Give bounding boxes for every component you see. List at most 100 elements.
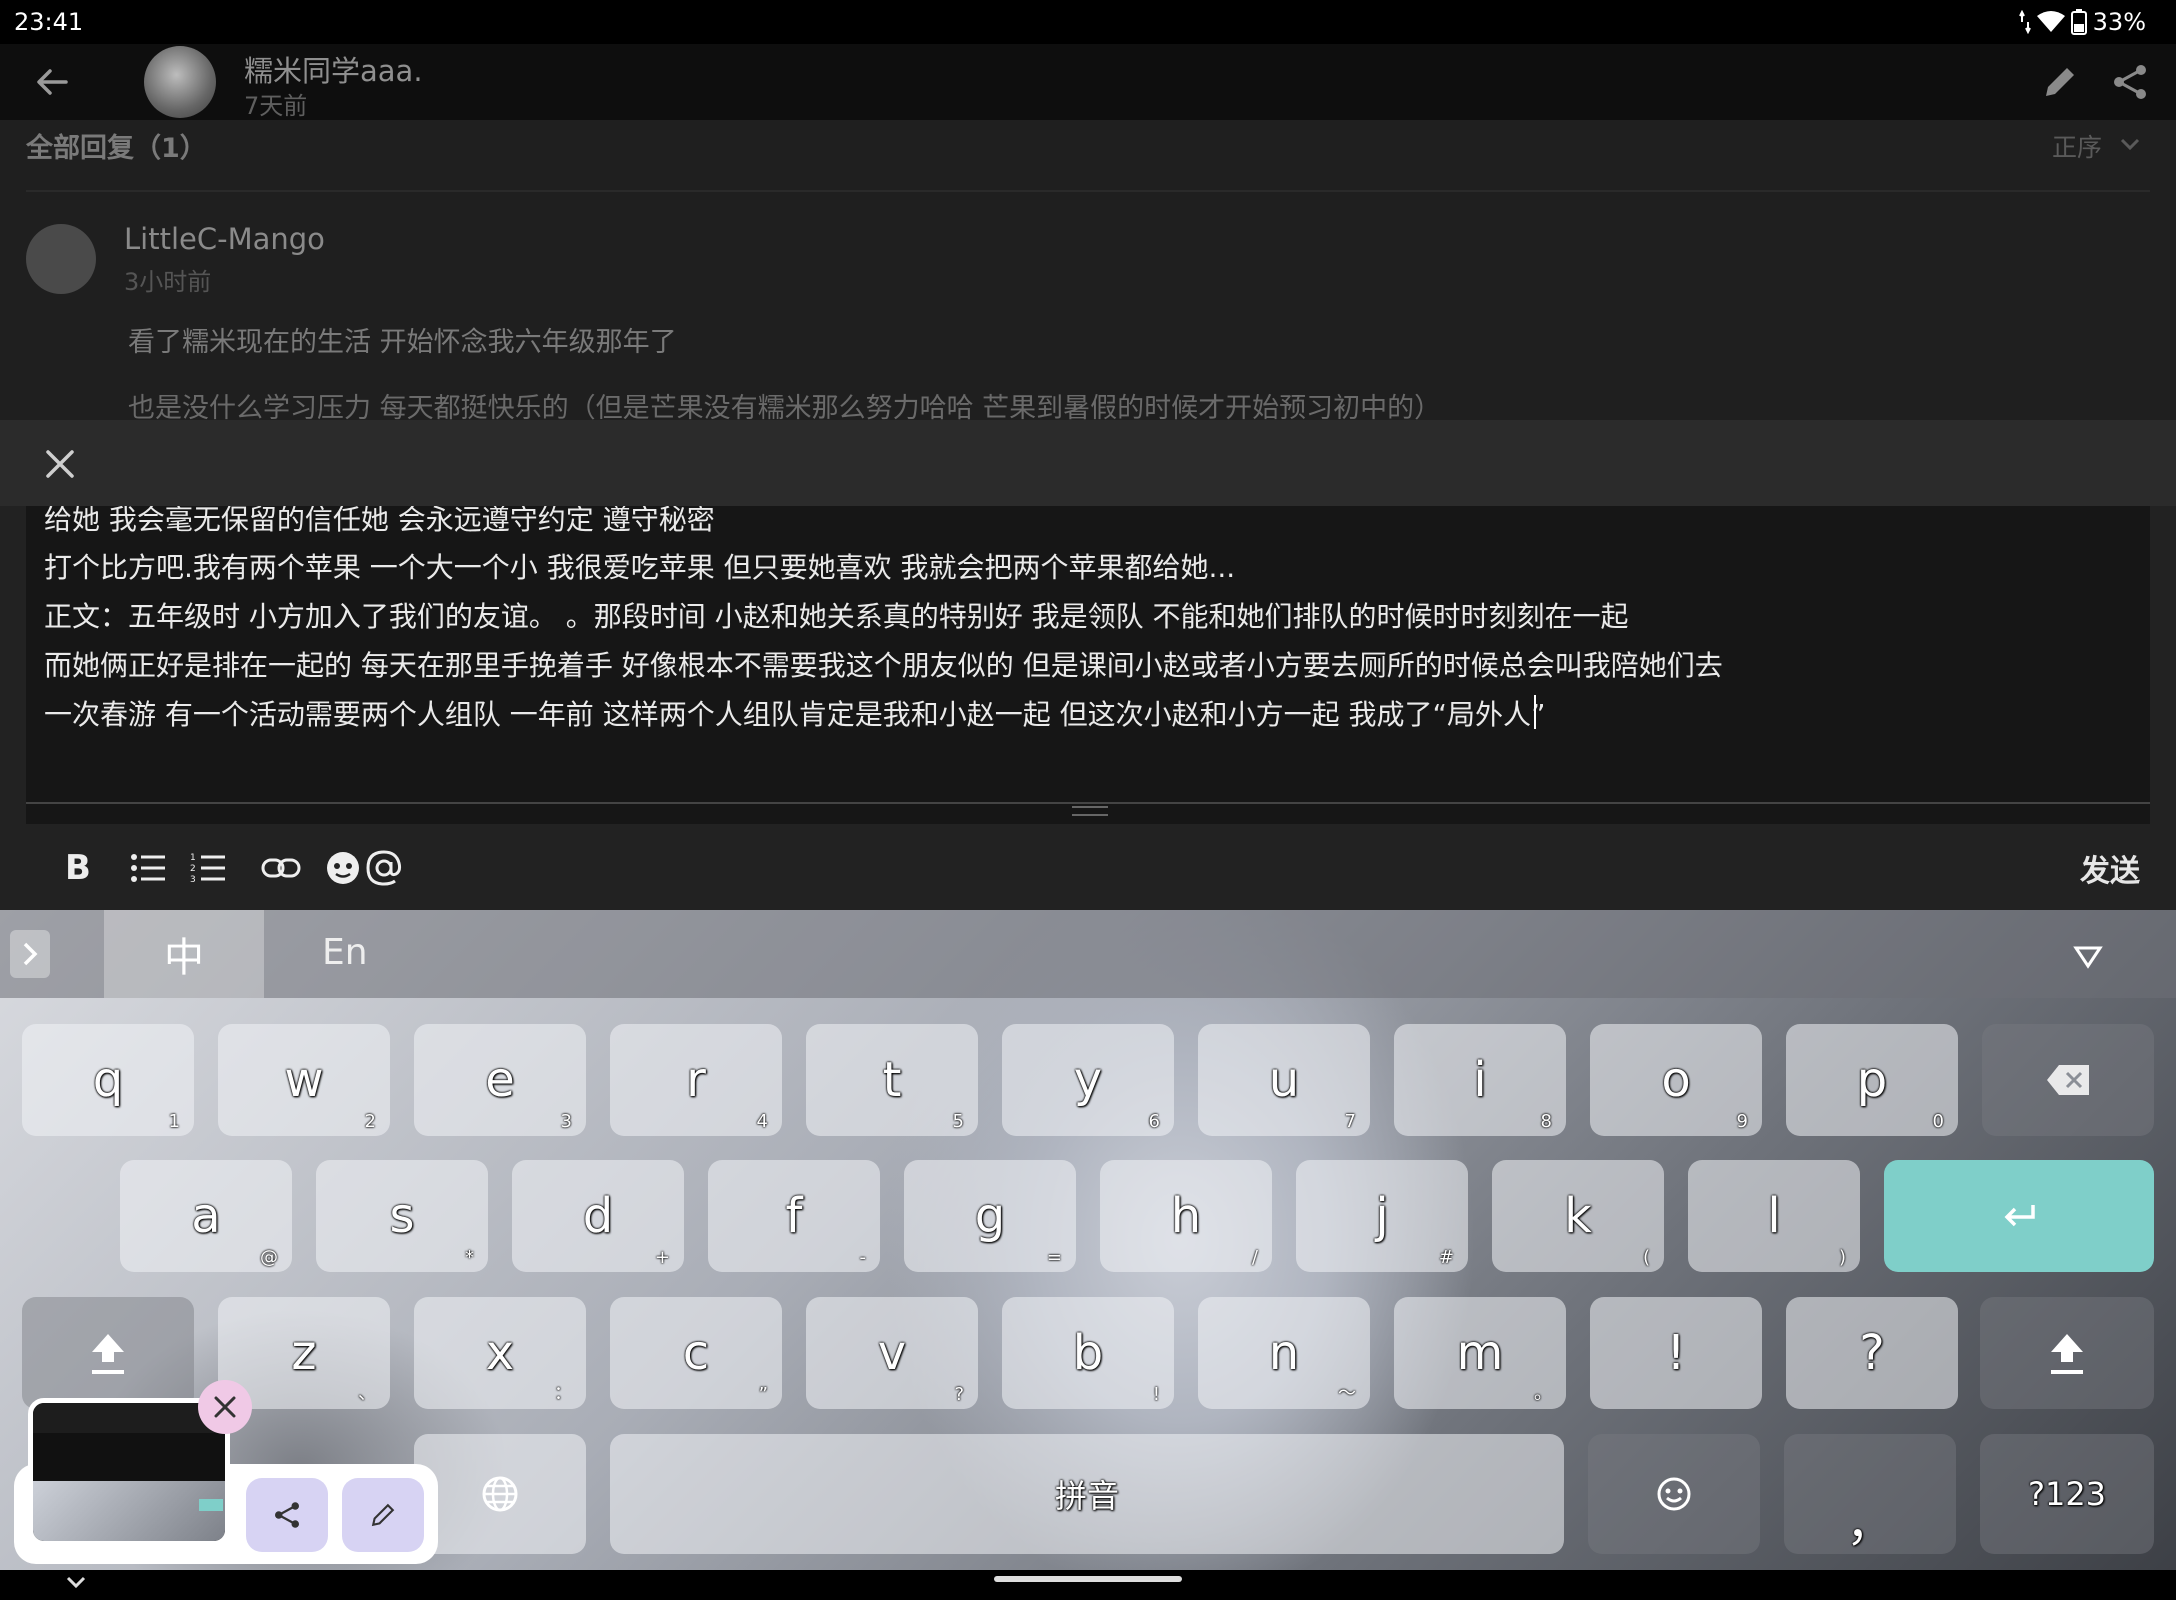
- backspace-key[interactable]: [1982, 1024, 2154, 1136]
- key-l[interactable]: l): [1688, 1160, 1860, 1272]
- emoji-button[interactable]: [324, 838, 362, 898]
- composer-header: [0, 420, 2176, 506]
- comment-author[interactable]: LittleC-Mango: [124, 222, 325, 256]
- key-k[interactable]: k(: [1492, 1160, 1664, 1272]
- bullet-list-icon: [131, 854, 165, 882]
- key-g[interactable]: g =: [904, 1160, 1076, 1272]
- key-s[interactable]: s *: [316, 1160, 488, 1272]
- close-icon[interactable]: [40, 444, 80, 484]
- key-a[interactable]: a @: [120, 1160, 292, 1272]
- key-hint: 、: [358, 1383, 376, 1404]
- edit-icon: [371, 1503, 395, 1527]
- enter-icon: [2004, 1205, 2035, 1227]
- enter-key[interactable]: [1884, 1160, 2154, 1272]
- shift-key-right[interactable]: [1980, 1297, 2154, 1409]
- share-icon[interactable]: [2110, 62, 2150, 102]
- author-avatar[interactable]: [144, 46, 216, 118]
- keyboard-expand-button[interactable]: [10, 930, 50, 978]
- reply-text-editor[interactable]: 给她 我会毫无保留的信任她 会永远遵守约定 遵守秘密 打个比方吧.我有两个苹果 …: [26, 506, 2150, 824]
- share-icon: [275, 1502, 299, 1528]
- key-o[interactable]: o9: [1590, 1024, 1762, 1136]
- key-h[interactable]: h /: [1100, 1160, 1272, 1272]
- comma-key[interactable]: ，: [1784, 1434, 1956, 1554]
- mention-button[interactable]: [364, 838, 404, 898]
- numbered-list-button[interactable]: 123: [188, 838, 228, 898]
- key-label: v: [877, 1325, 907, 1381]
- resize-handle[interactable]: [1072, 806, 1108, 816]
- smiley-icon: [1657, 1477, 1691, 1511]
- key-u[interactable]: u7: [1198, 1024, 1370, 1136]
- key-i[interactable]: i8: [1394, 1024, 1566, 1136]
- key-v[interactable]: v?: [806, 1297, 978, 1409]
- key-t[interactable]: t5: [806, 1024, 978, 1136]
- key-f[interactable]: f-: [708, 1160, 880, 1272]
- hide-keyboard-icon[interactable]: [2068, 936, 2108, 976]
- key-label: d: [582, 1188, 614, 1244]
- editor-line: 正文：五年级时 小方加入了我们的友谊。 。那段时间 小赵和她关系真的特别好 我是…: [44, 600, 1629, 633]
- english-mode-button[interactable]: En: [322, 932, 368, 973]
- key-x[interactable]: x：: [414, 1297, 586, 1409]
- key-hint: @: [260, 1247, 278, 1268]
- key-label: r: [686, 1052, 706, 1108]
- key-m[interactable]: m。: [1394, 1297, 1566, 1409]
- key-hint: 5: [952, 1111, 964, 1132]
- bullet-list-button[interactable]: [128, 838, 168, 898]
- globe-key[interactable]: [414, 1434, 586, 1554]
- key-label: 拼音: [1054, 1477, 1119, 1515]
- replies-title: 全部回复（1）: [26, 133, 207, 164]
- navigation-bar: [0, 1570, 2176, 1600]
- key-label: l: [1767, 1188, 1781, 1244]
- key-j[interactable]: j #: [1296, 1160, 1468, 1272]
- svg-text:1: 1: [190, 853, 196, 863]
- key-hint: #: [1438, 1247, 1454, 1268]
- battery-percent: 33%: [2092, 8, 2146, 36]
- edit-icon[interactable]: [2040, 62, 2080, 102]
- shift-key[interactable]: [22, 1297, 194, 1409]
- bold-button[interactable]: B: [56, 838, 100, 898]
- key-question[interactable]: ?: [1786, 1297, 1958, 1409]
- home-handle[interactable]: [994, 1576, 1182, 1582]
- key-c[interactable]: c”: [610, 1297, 782, 1409]
- chevron-down-icon[interactable]: [62, 1570, 90, 1594]
- key-hint: 1: [168, 1111, 180, 1132]
- emoji-key[interactable]: [1588, 1434, 1760, 1554]
- key-e[interactable]: e3: [414, 1024, 586, 1136]
- screenshot-edit-button[interactable]: [342, 1478, 424, 1552]
- screenshot-thumbnail[interactable]: [28, 1398, 230, 1546]
- key-label: a: [191, 1188, 221, 1244]
- symbols-key[interactable]: ?123: [1980, 1434, 2154, 1554]
- key-hint: !: [1152, 1384, 1160, 1405]
- key-b[interactable]: b!: [1002, 1297, 1174, 1409]
- space-key[interactable]: 拼音: [610, 1434, 1564, 1554]
- reply-composer: 给她 我会毫无保留的信任她 会永远遵守约定 遵守秘密 打个比方吧.我有两个苹果 …: [0, 420, 2176, 910]
- link-button[interactable]: [260, 838, 302, 898]
- comment-list: 全部回复（1） 正序 LittleC-Mango 3小时前 看了糯米现在的生活 …: [0, 120, 2176, 424]
- sort-selector[interactable]: 正序: [2052, 128, 2102, 164]
- key-q[interactable]: q1: [22, 1024, 194, 1136]
- key-hint: 9: [1736, 1111, 1748, 1132]
- key-exclaim[interactable]: !: [1590, 1297, 1762, 1409]
- key-w[interactable]: w2: [218, 1024, 390, 1136]
- shift-icon: [92, 1334, 124, 1374]
- key-hint: 0: [1932, 1111, 1944, 1132]
- key-r[interactable]: r4: [610, 1024, 782, 1136]
- chevron-down-icon[interactable]: [2116, 130, 2144, 158]
- key-d[interactable]: d +: [512, 1160, 684, 1272]
- key-p[interactable]: p0: [1786, 1024, 1958, 1136]
- key-label: w: [284, 1052, 324, 1108]
- comment-text: 看了糯米现在的生活 开始怀念我六年级那年了: [128, 327, 677, 358]
- key-label: j: [1375, 1188, 1389, 1244]
- link-icon: [261, 858, 301, 878]
- data-transfer-icon: [2018, 10, 2031, 34]
- author-name[interactable]: 糯米同学aaa.: [244, 48, 423, 90]
- key-n[interactable]: n ～: [1198, 1297, 1370, 1409]
- key-y[interactable]: y6: [1002, 1024, 1174, 1136]
- close-icon: [214, 1396, 236, 1418]
- emoji-icon: [327, 852, 359, 884]
- send-button[interactable]: 发送: [2080, 846, 2140, 890]
- back-arrow-icon[interactable]: [30, 60, 74, 104]
- screenshot-close-button[interactable]: [198, 1380, 252, 1434]
- chinese-mode-button[interactable]: 中: [104, 910, 264, 998]
- comment-avatar[interactable]: [26, 224, 96, 294]
- screenshot-share-button[interactable]: [246, 1478, 328, 1552]
